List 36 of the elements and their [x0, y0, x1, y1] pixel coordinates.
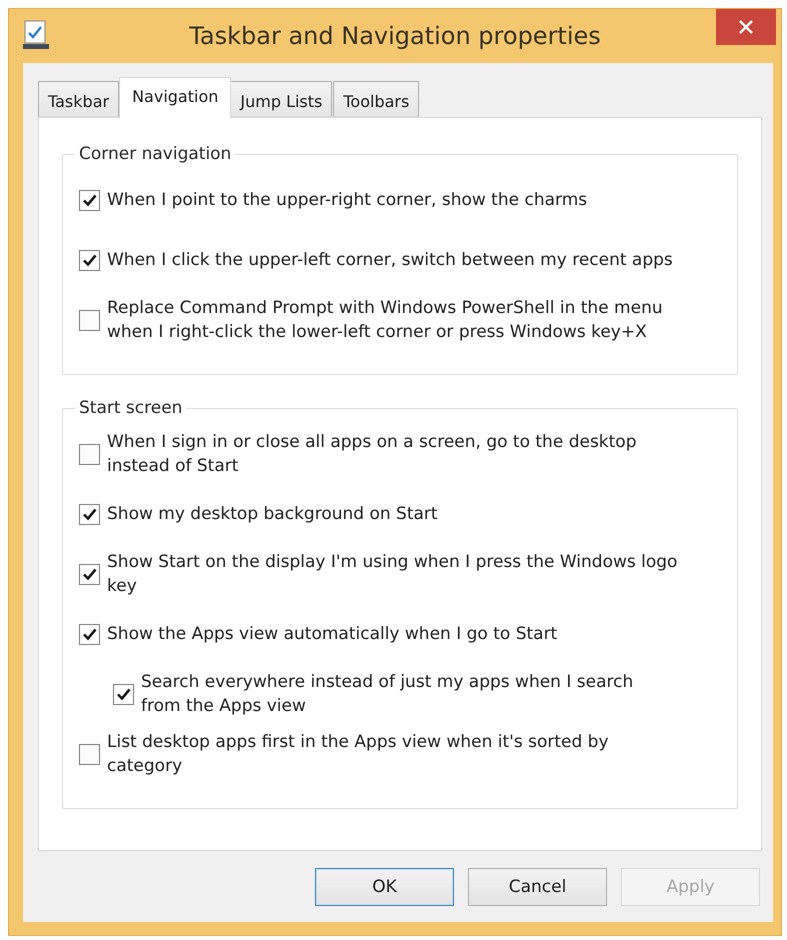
- checkbox[interactable]: [79, 190, 100, 210]
- checkbox[interactable]: [79, 310, 100, 330]
- checkmark-icon: [116, 686, 131, 702]
- tab[interactable]: Jump Lists: [230, 81, 332, 117]
- checkbox-label: Show my desktop background on Start: [107, 503, 438, 526]
- checkbox[interactable]: [79, 504, 100, 524]
- checkbox[interactable]: [79, 444, 100, 464]
- checkbox-label: Search everywhere instead of just my apps when I search from the Apps view: [141, 671, 634, 718]
- dialog-button[interactable]: OK: [315, 868, 454, 906]
- close-icon: [739, 20, 753, 34]
- group-title: Start screen: [78, 398, 184, 418]
- tab[interactable]: Navigation: [119, 77, 232, 118]
- checkbox-label: When I click the upper-left corner, switch between my recent apps: [107, 249, 673, 272]
- checkbox[interactable]: [79, 250, 100, 270]
- checkbox-label: Show Start on the display I'm using when I press the Windows logo key: [107, 551, 678, 598]
- close-button[interactable]: [716, 9, 776, 45]
- tab[interactable]: Toolbars: [333, 81, 420, 117]
- checkbox[interactable]: [113, 684, 134, 704]
- checkmark-icon: [82, 252, 97, 268]
- tab[interactable]: Taskbar: [38, 81, 120, 117]
- checkbox-label: When I sign in or close all apps on a screen, go to the desktop instead of Start: [107, 431, 638, 478]
- checkmark-icon: [82, 192, 97, 208]
- window-title: Taskbar and Navigation properties: [188, 21, 602, 52]
- checkmark-icon: [82, 626, 97, 642]
- checkbox-label: Show the Apps view automatically when I go to Start: [107, 623, 558, 646]
- checkbox-label: Replace Command Prompt with Windows PowerShell in the menu when I right-click the lower-left corner or press Windows key+X: [107, 297, 664, 344]
- checkbox-label: List desktop apps first in the Apps view when it's sorted by category: [107, 731, 610, 778]
- checkbox-label: When I point to the upper-right corner, show the charms: [107, 189, 588, 212]
- checkbox[interactable]: [79, 564, 100, 584]
- checklist-document-icon: [22, 20, 50, 50]
- checkmark-icon: [82, 566, 97, 582]
- checkbox[interactable]: [79, 744, 100, 764]
- dialog-button[interactable]: Cancel: [468, 868, 607, 906]
- checkbox[interactable]: [79, 624, 100, 644]
- checkmark-icon: [82, 506, 97, 522]
- group-title: Corner navigation: [78, 144, 232, 164]
